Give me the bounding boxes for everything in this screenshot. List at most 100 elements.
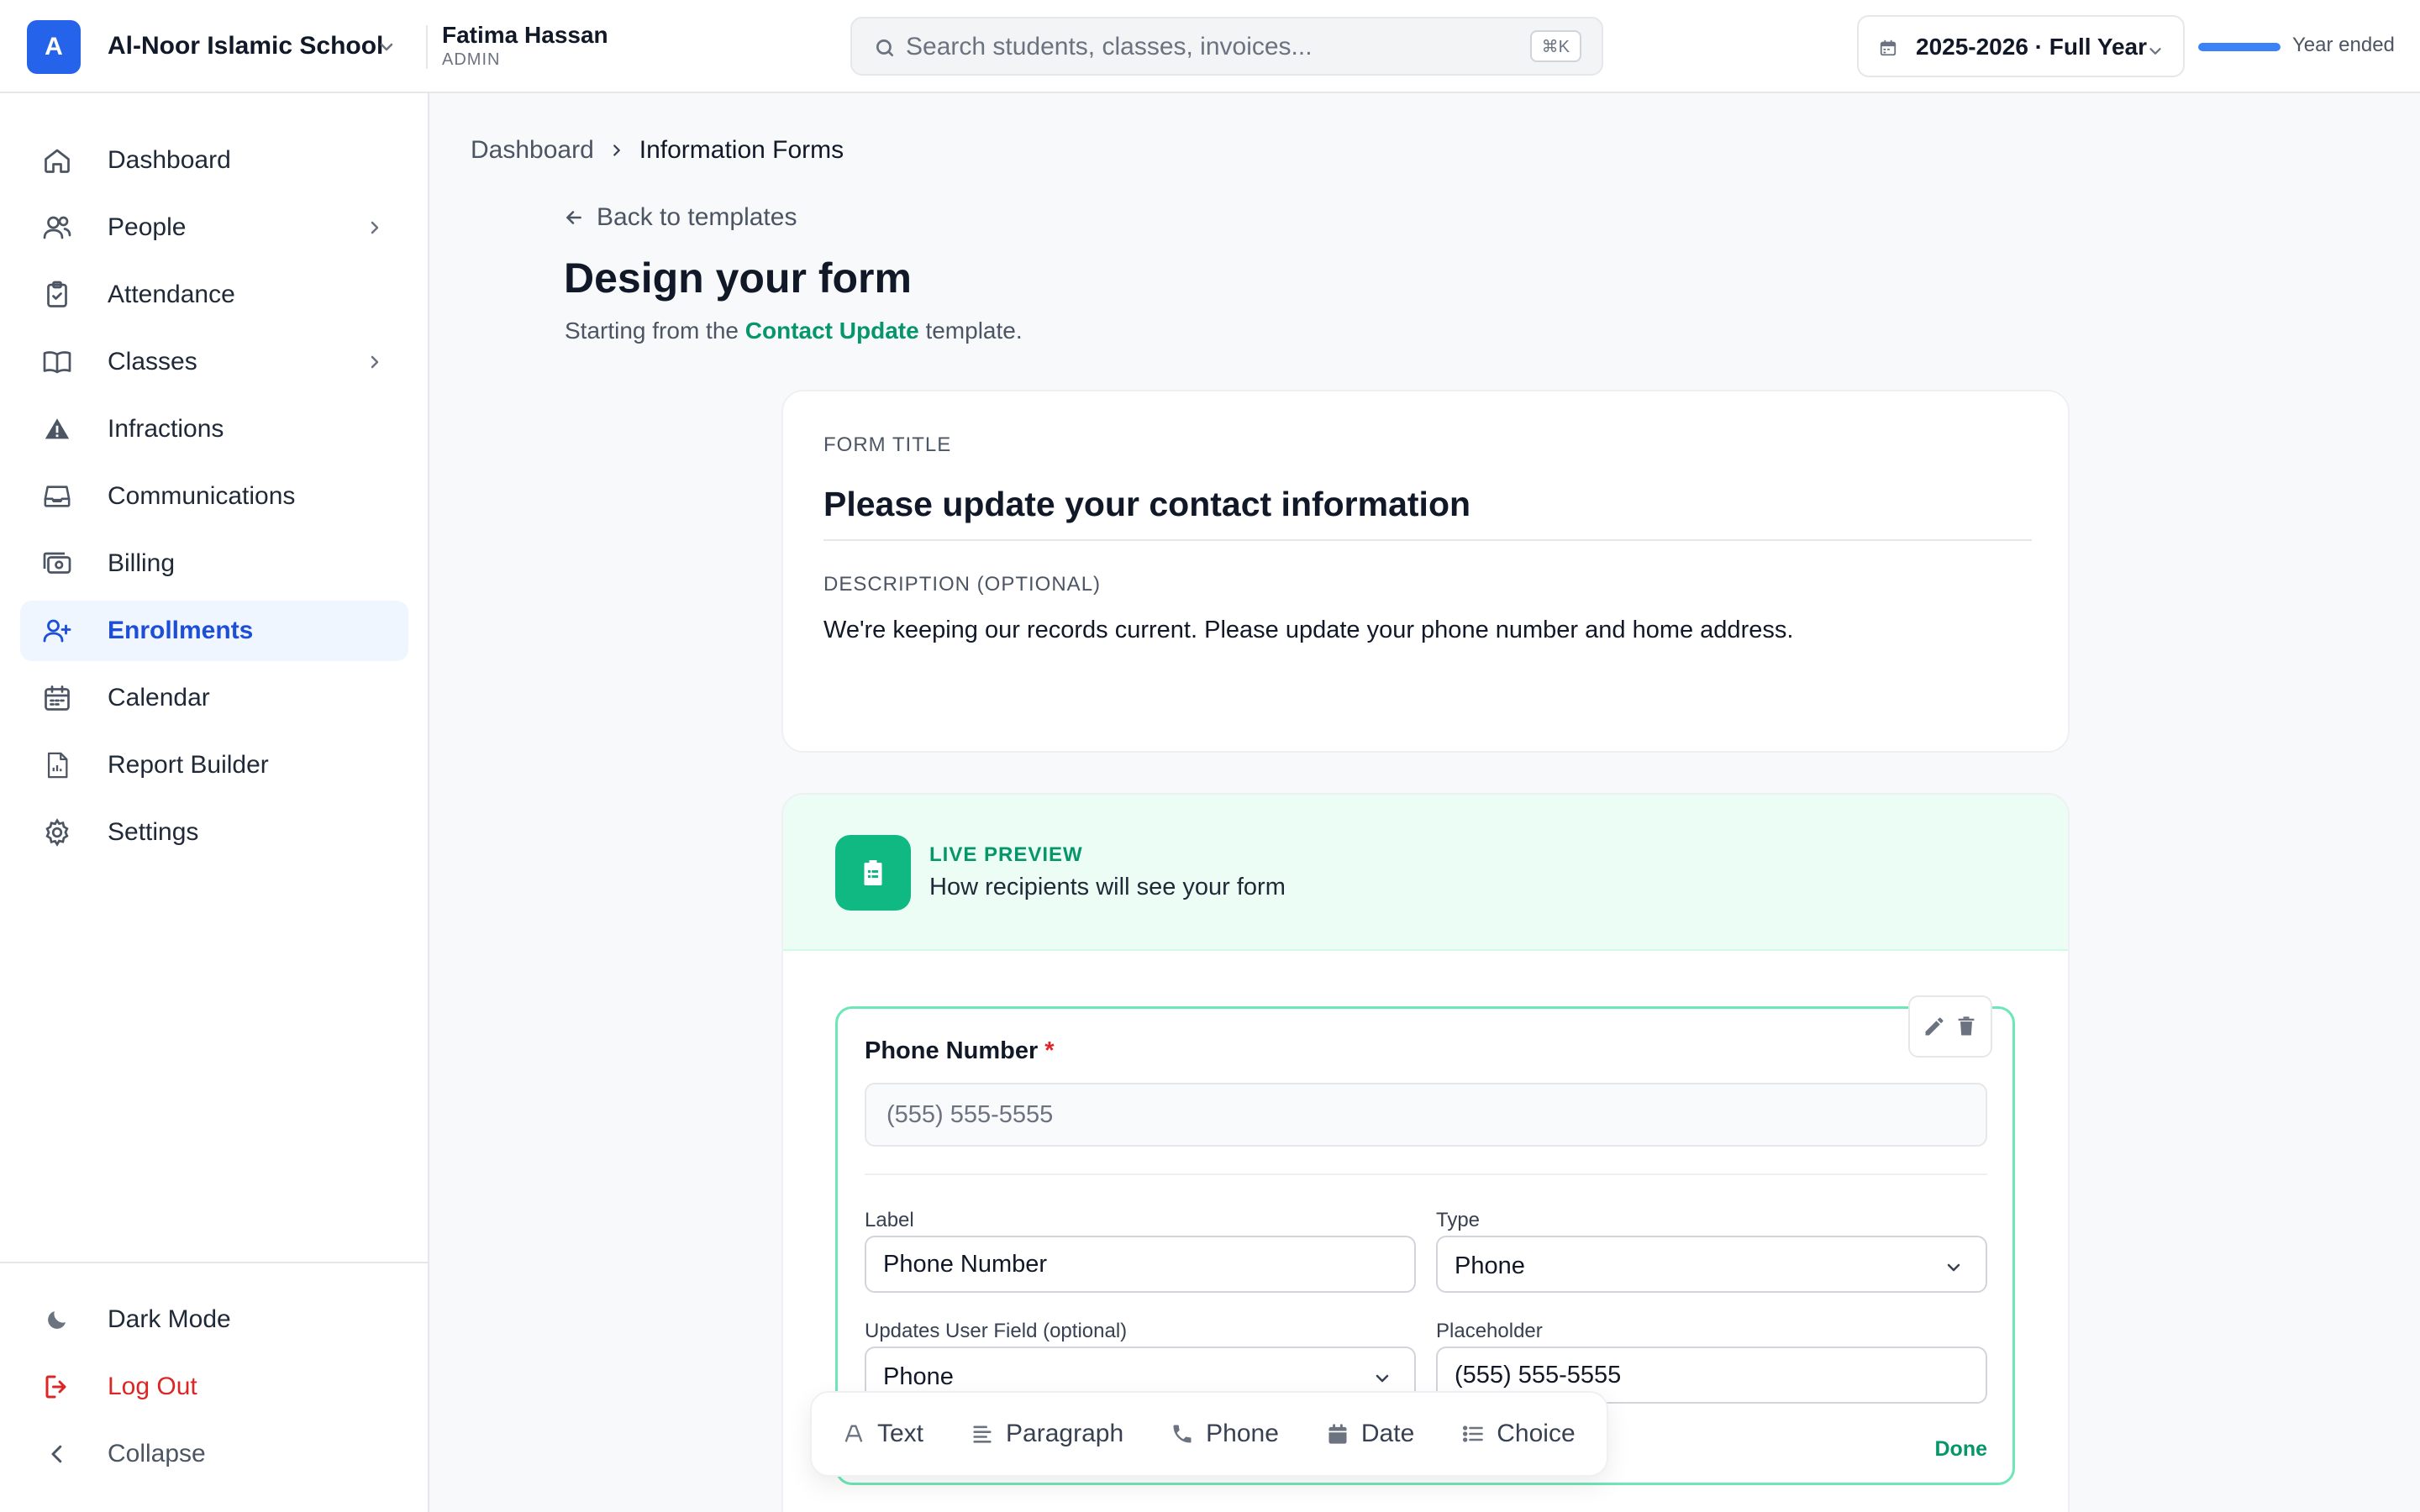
collapse-label: Collapse — [108, 1440, 206, 1467]
list-icon — [1463, 1425, 1484, 1442]
sidebar-item-label: Dashboard — [108, 146, 231, 174]
sidebar-item-settings[interactable]: Settings — [20, 802, 408, 863]
text-icon — [844, 1425, 863, 1442]
field-label-text: Phone Number — [865, 1037, 1039, 1064]
chevron-left-icon — [40, 1437, 74, 1471]
sidebar-item-infractions[interactable]: Infractions — [20, 399, 408, 459]
tool-label: Date — [1360, 1420, 1415, 1447]
add-text-field-button[interactable]: Text — [842, 1420, 923, 1448]
chevron-right-icon — [613, 144, 620, 156]
sidebar-item-label: Attendance — [108, 281, 235, 308]
year-progress-fill — [2198, 43, 2281, 51]
form-details-card: FORM TITLE DESCRIPTION (OPTIONAL) We're … — [781, 390, 2070, 753]
field-label: Phone Number * — [865, 1037, 1055, 1065]
sidebar-item-label: Infractions — [108, 415, 224, 443]
shortcut-hint: ⌘K — [1529, 30, 1581, 62]
add-field-toolbar: Text Paragraph Phone Date Choice — [810, 1391, 1608, 1477]
gear-icon — [40, 816, 74, 849]
preview-subtitle: How recipients will see your form — [929, 874, 1286, 900]
sidebar-item-report-builder[interactable]: Report Builder — [20, 735, 408, 795]
label-caption: Label — [865, 1209, 914, 1231]
page-title: Design your form — [564, 255, 912, 302]
home-icon — [40, 144, 74, 177]
search-icon — [876, 39, 894, 57]
warning-icon — [40, 412, 74, 446]
breadcrumb-dashboard-link[interactable]: Dashboard — [471, 136, 594, 165]
arrow-left-icon — [566, 211, 581, 224]
trash-icon[interactable] — [1954, 1015, 1978, 1038]
logout-icon — [40, 1370, 74, 1404]
done-button[interactable]: Done — [1935, 1437, 1988, 1462]
sidebar-item-label: Settings — [108, 818, 199, 846]
sidebar-item-billing[interactable]: Billing — [20, 533, 408, 594]
book-icon — [40, 345, 74, 379]
chevron-down-icon[interactable] — [376, 37, 397, 57]
chevron-right-icon — [371, 221, 379, 234]
add-phone-field-button[interactable]: Phone — [1171, 1420, 1279, 1448]
preview-tag: LIVE PREVIEW — [929, 843, 1083, 866]
collapse-sidebar-button[interactable]: Collapse — [20, 1424, 408, 1484]
template-name: Contact Update — [744, 318, 919, 344]
tool-label: Text — [877, 1420, 924, 1447]
required-marker: * — [1044, 1037, 1055, 1064]
user-name: Fatima Hassan — [442, 22, 608, 48]
description-input[interactable]: We're keeping our records current. Pleas… — [823, 617, 2032, 644]
sidebar-item-enrollments[interactable]: Enrollments — [20, 601, 408, 661]
sidebar-item-dashboard[interactable]: Dashboard — [20, 130, 408, 191]
back-to-templates-link[interactable]: Back to templates — [563, 203, 797, 232]
school-year-select[interactable]: 2025-2026 · Full Year — [1857, 15, 2185, 77]
cash-icon — [40, 547, 74, 580]
type-caption: Type — [1436, 1209, 1481, 1231]
sidebar-item-label: People — [108, 213, 187, 241]
search-input[interactable] — [906, 30, 1511, 64]
calendar-icon — [40, 681, 74, 715]
type-select[interactable]: Phone — [1436, 1236, 1987, 1293]
user-field-caption: Updates User Field (optional) — [865, 1320, 1128, 1342]
sidebar-item-calendar[interactable]: Calendar — [20, 668, 408, 728]
sidebar-item-communications[interactable]: Communications — [20, 466, 408, 527]
page-subtitle: Starting from the Contact Update templat… — [565, 318, 1023, 344]
sidebar-item-label: Classes — [108, 348, 197, 375]
top-bar: A Al-Noor Islamic School Fatima Hassan A… — [0, 0, 2420, 93]
calendar-icon — [1880, 39, 1897, 56]
sidebar-item-classes[interactable]: Classes — [20, 332, 408, 392]
user-role: ADMIN — [442, 50, 501, 69]
subtitle-suffix: template. — [918, 318, 1023, 344]
school-year-label: 2025-2026 · Full Year — [1916, 34, 2147, 60]
clipboard-check-icon — [40, 278, 74, 312]
dark-mode-label: Dark Mode — [108, 1305, 231, 1333]
sidebar: Dashboard People Attendance Classes Infr… — [0, 93, 429, 1512]
edit-icon[interactable] — [1923, 1015, 1946, 1038]
phone-icon — [1173, 1425, 1192, 1443]
field-actions — [1908, 995, 1992, 1058]
school-name[interactable]: Al-Noor Islamic School — [108, 32, 383, 60]
sidebar-item-attendance[interactable]: Attendance — [20, 265, 408, 325]
add-choice-field-button[interactable]: Choice — [1461, 1420, 1576, 1448]
form-title-caption: FORM TITLE — [823, 433, 952, 456]
school-logo[interactable]: A — [27, 20, 81, 74]
tool-label: Paragraph — [1006, 1420, 1124, 1447]
form-title-input[interactable] — [823, 480, 2032, 541]
type-select-value: Phone — [1455, 1252, 1525, 1279]
calendar-icon — [1328, 1424, 1347, 1444]
add-date-field-button[interactable]: Date — [1326, 1420, 1414, 1448]
report-icon — [40, 748, 74, 782]
add-paragraph-field-button[interactable]: Paragraph — [971, 1420, 1123, 1448]
tool-label: Choice — [1497, 1420, 1576, 1447]
global-search[interactable]: ⌘K — [850, 17, 1603, 76]
placeholder-caption: Placeholder — [1436, 1320, 1543, 1342]
sidebar-item-people[interactable]: People — [20, 197, 408, 258]
chevron-down-icon — [2149, 48, 2161, 55]
clipboard-icon — [835, 835, 911, 911]
divider — [426, 25, 428, 69]
user-field-select-value: Phone — [883, 1363, 954, 1390]
phone-preview-input[interactable] — [865, 1083, 1987, 1147]
logout-button[interactable]: Log Out — [20, 1357, 408, 1417]
dark-mode-toggle[interactable]: Dark Mode — [20, 1289, 408, 1350]
preview-header: LIVE PREVIEW How recipients will see you… — [783, 795, 2068, 951]
label-field[interactable] — [865, 1236, 1416, 1293]
tool-label: Phone — [1206, 1420, 1279, 1447]
paragraph-icon — [973, 1425, 992, 1443]
subtitle-prefix: Starting from the — [565, 318, 745, 344]
users-icon — [40, 211, 74, 244]
